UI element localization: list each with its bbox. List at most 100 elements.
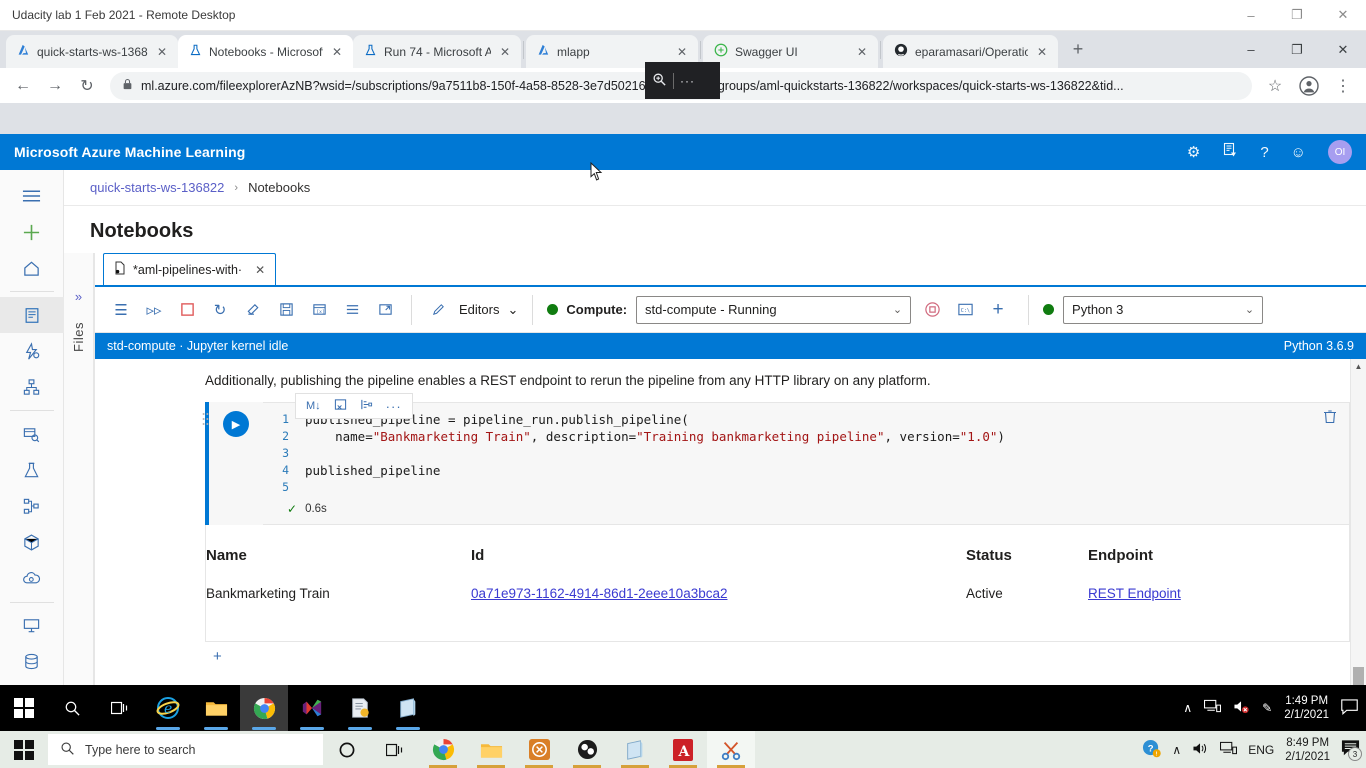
sidebar-item-new[interactable] <box>0 214 64 250</box>
profile-avatar-icon[interactable] <box>1294 71 1324 101</box>
restart-kernel-icon[interactable]: ↻ <box>208 298 232 322</box>
file-explorer-icon[interactable] <box>467 731 515 768</box>
action-center-icon[interactable] <box>1341 698 1358 718</box>
sidebar-item-notebooks[interactable] <box>0 297 64 334</box>
notepad-icon[interactable] <box>336 685 384 731</box>
notebook-tab-close-icon[interactable]: ✕ <box>255 263 265 277</box>
outline-icon[interactable] <box>340 298 364 322</box>
sidebar-item-models[interactable] <box>0 525 64 561</box>
browser-tab-close-icon[interactable]: ✕ <box>1035 45 1049 59</box>
chrome-maximize-button[interactable]: ❐ <box>1274 31 1320 68</box>
sidebar-item-hamburger-menu[interactable] <box>0 178 64 214</box>
remote-clock[interactable]: 1:49 PM 2/1/2021 <box>1284 694 1329 722</box>
browser-tab-close-icon[interactable]: ✕ <box>330 45 344 59</box>
overlay-more-icon[interactable]: ··· <box>680 74 695 88</box>
sidebar-item-designer[interactable] <box>0 369 64 405</box>
internet-explorer-icon[interactable]: e <box>144 685 192 731</box>
sticky-notes-icon[interactable] <box>611 731 659 768</box>
breadcrumb-workspace-link[interactable]: quick-starts-ws-136822 <box>90 180 224 195</box>
editors-menu[interactable]: Editors ⌄ <box>412 294 534 325</box>
network-icon[interactable] <box>1220 741 1238 759</box>
rdp-maximize-button[interactable]: ❐ <box>1274 0 1320 31</box>
browser-tab-close-icon[interactable]: ✕ <box>498 45 512 59</box>
pen-icon[interactable]: ✎ <box>1262 701 1272 715</box>
tray-chevron-icon[interactable]: ∧ <box>1183 701 1192 715</box>
help-support-icon[interactable]: ?! <box>1142 739 1162 761</box>
sidebar-item-experiments[interactable] <box>0 452 64 488</box>
browser-tab-close-icon[interactable]: ✕ <box>855 45 869 59</box>
reload-button[interactable]: ↻ <box>72 71 102 101</box>
new-tab-button[interactable]: + <box>1064 36 1092 64</box>
sidebar-item-compute[interactable] <box>0 608 64 644</box>
more-options-icon[interactable]: ··· <box>386 399 402 414</box>
xsplit-icon[interactable] <box>515 731 563 768</box>
forward-button[interactable]: → <box>40 71 70 101</box>
host-action-center[interactable]: 3 <box>1341 739 1362 761</box>
expand-files-icon[interactable]: » <box>75 289 82 304</box>
sticky-notes-icon[interactable] <box>384 685 432 731</box>
notebook-scrollbar[interactable]: ▲ ▼ <box>1350 359 1366 716</box>
tray-chevron-icon[interactable]: ∧ <box>1172 743 1181 757</box>
drag-handle[interactable] <box>202 412 209 427</box>
smiley-icon[interactable]: ☺ <box>1291 144 1306 161</box>
browser-tab-5[interactable]: eparamasari/Operation ✕ <box>883 35 1058 68</box>
clear-cell-icon[interactable] <box>334 398 347 414</box>
browser-tab-close-icon[interactable]: ✕ <box>675 45 689 59</box>
feedback-note-icon[interactable] <box>1222 142 1238 162</box>
files-panel-collapsed[interactable]: » Files <box>64 253 94 716</box>
clear-outputs-icon[interactable] <box>241 298 265 322</box>
run-all-icon[interactable]: ☰ <box>109 298 133 322</box>
file-explorer-icon[interactable] <box>192 685 240 731</box>
stop-compute-icon[interactable] <box>920 298 944 322</box>
visual-studio-icon[interactable] <box>288 685 336 731</box>
chrome-minimize-button[interactable]: – <box>1228 31 1274 68</box>
terminal-icon[interactable]: C:\ <box>953 298 977 322</box>
add-cell-button[interactable]: + <box>205 642 1350 665</box>
save-icon[interactable] <box>274 298 298 322</box>
host-clock[interactable]: 8:49 PM 2/1/2021 <box>1285 736 1330 764</box>
scroll-up-icon[interactable]: ▲ <box>1355 359 1363 374</box>
cortana-icon[interactable] <box>323 731 371 768</box>
compute-select[interactable]: std-compute - Running ⌄ <box>636 295 912 324</box>
back-button[interactable]: ← <box>8 71 38 101</box>
editors-button[interactable]: Editors ⌄ <box>459 302 518 318</box>
chrome-close-button[interactable]: ✕ <box>1320 31 1366 68</box>
browser-tab-0[interactable]: quick-starts-ws-136822 ✕ <box>6 35 178 68</box>
task-view-icon[interactable] <box>96 685 144 731</box>
chrome-icon[interactable] <box>419 731 467 768</box>
variable-explorer-icon[interactable]: [x] <box>307 298 331 322</box>
notebook-file-tab[interactable]: *aml-pipelines-with· ✕ <box>103 253 277 285</box>
run-from-here-icon[interactable]: ▹▹ <box>142 298 166 322</box>
start-button[interactable] <box>0 685 48 731</box>
markdown-icon[interactable]: M↓ <box>306 400 321 412</box>
browser-tab-4[interactable]: Swagger UI ✕ <box>703 35 878 68</box>
snipping-tool-icon[interactable] <box>707 731 755 768</box>
delete-cell-icon[interactable] <box>1323 409 1337 427</box>
rdp-close-button[interactable]: ✕ <box>1320 0 1366 31</box>
avatar[interactable]: OI <box>1328 140 1352 164</box>
gear-icon[interactable]: ⚙ <box>1187 143 1200 161</box>
sidebar-item-datasets[interactable] <box>0 416 64 452</box>
browser-tab-close-icon[interactable]: ✕ <box>155 45 169 59</box>
fullscreen-icon[interactable] <box>373 298 397 322</box>
sidebar-item-datastores[interactable] <box>0 644 64 680</box>
volume-icon[interactable] <box>1192 741 1209 759</box>
pipeline-id-link[interactable]: 0a71e973-1162-4914-86d1-2eee10a3bca2 <box>471 586 727 601</box>
sidebar-item-endpoints[interactable] <box>0 561 64 597</box>
rdp-minimize-button[interactable]: – <box>1228 0 1274 31</box>
adobe-acrobat-icon[interactable]: A <box>659 731 707 768</box>
sidebar-item-home[interactable] <box>0 250 64 286</box>
bookmark-star-icon[interactable]: ☆ <box>1260 71 1290 101</box>
chrome-icon[interactable] <box>240 685 288 731</box>
magnifier-icon[interactable] <box>652 72 667 90</box>
rest-endpoint-link[interactable]: REST Endpoint <box>1088 586 1181 601</box>
language-indicator[interactable]: ENG <box>1248 743 1274 757</box>
stop-icon[interactable] <box>175 298 199 322</box>
browser-tab-2[interactable]: Run 74 - Microsoft Azu ✕ <box>353 35 521 68</box>
obs-icon[interactable] <box>563 731 611 768</box>
search-icon[interactable] <box>48 685 96 731</box>
kernel-select[interactable]: Python 3 ⌄ <box>1063 295 1264 324</box>
magnifier-overlay[interactable]: ··· <box>645 62 720 99</box>
run-cell-button[interactable]: ▶ <box>223 411 249 437</box>
browser-tab-1[interactable]: Notebooks - Microsoft ✕ <box>178 35 353 68</box>
